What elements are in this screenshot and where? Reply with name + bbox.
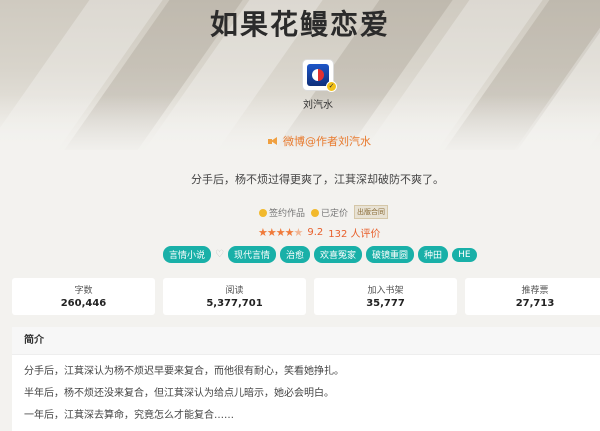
star-icon: ★★★★★ bbox=[258, 226, 303, 239]
author-name[interactable]: 刘汽水 bbox=[0, 96, 600, 111]
stat-label: 推荐票 bbox=[521, 286, 549, 296]
stat-label: 阅读 bbox=[225, 286, 244, 296]
priced-label: 已定价 bbox=[321, 208, 349, 219]
signed-label: 签约作品 bbox=[269, 208, 306, 219]
stat-value: 260,446 bbox=[60, 298, 107, 309]
intro-heading: 简介 bbox=[12, 327, 600, 355]
weibo-label: 微博@作者刘汽水 bbox=[283, 135, 371, 148]
tag-chip[interactable]: 欢喜冤家 bbox=[314, 246, 363, 263]
stat-value: 5,377,701 bbox=[206, 298, 263, 309]
stat-reads: 阅读 5,377,701 bbox=[163, 278, 306, 315]
intro-section: 简介 分手后，江萁深认为杨不烦迟早要来复合，而他很有耐心，笑看她挣扎。 半年后，… bbox=[12, 327, 600, 431]
priced-badge: 已定价 bbox=[311, 206, 348, 219]
rating-score: 9.2 bbox=[307, 227, 324, 238]
tag-chip[interactable]: HE bbox=[452, 247, 477, 262]
stats-row: 字数 260,446 阅读 5,377,701 加入书架 35,777 推荐票 … bbox=[12, 278, 600, 315]
stat-label: 字数 bbox=[74, 286, 93, 296]
stat-label: 加入书架 bbox=[367, 286, 404, 296]
priced-icon bbox=[311, 208, 320, 217]
publish-contract-tag: 出版合同 bbox=[354, 205, 389, 219]
stat-bookshelf[interactable]: 加入书架 35,777 bbox=[314, 278, 457, 315]
weibo-link[interactable]: 微博@作者刘汽水 bbox=[268, 133, 371, 149]
intro-body: 分手后，江萁深认为杨不烦迟早要来复合，而他很有耐心，笑看她挣扎。 半年后，杨不烦… bbox=[12, 355, 600, 422]
book-tagline: 分手后，杨不烦过得更爽了，江萁深却破防不爽了。 bbox=[191, 173, 444, 186]
signed-icon bbox=[259, 208, 267, 217]
verified-icon: ✓ bbox=[326, 81, 337, 92]
stat-recommend-votes[interactable]: 推荐票 27,713 bbox=[465, 278, 600, 315]
book-title: 如果花鳗恋爱 bbox=[209, 8, 390, 41]
tag-chip[interactable]: 现代言情 bbox=[227, 246, 276, 263]
book-badges: 签约作品 已定价 出版合同 bbox=[259, 205, 389, 219]
intro-line: 半年后，杨不烦还没来复合，但江萁深认为给点儿暗示，她必会明白。 bbox=[24, 388, 334, 399]
half-star-icon: ★ bbox=[293, 226, 303, 239]
stat-value: 27,713 bbox=[515, 298, 555, 309]
intro-line: 分手后，江萁深认为杨不烦迟早要来复合，而他很有耐心，笑看她挣扎。 bbox=[24, 366, 344, 377]
intro-line: 一年后，江萁深去算命，究竟怎么才能复合…… bbox=[24, 410, 234, 421]
heart-icon: ♡ bbox=[215, 249, 224, 260]
review-count[interactable]: 132 人评价 bbox=[328, 225, 380, 240]
speaker-icon bbox=[268, 136, 279, 146]
tag-chip[interactable]: 治愈 bbox=[280, 246, 311, 263]
stat-value: 35,777 bbox=[366, 298, 405, 309]
pepsi-avatar-icon bbox=[307, 64, 329, 86]
tag-chip[interactable]: 破镜重圆 bbox=[366, 246, 415, 263]
stat-word-count: 字数 260,446 bbox=[12, 278, 155, 315]
signed-badge: 签约作品 bbox=[259, 206, 305, 219]
tag-chip[interactable]: 言情小说 bbox=[163, 246, 212, 263]
tag-chip[interactable]: 种田 bbox=[418, 246, 449, 263]
rating-row[interactable]: ★★★★★ 9.2 132 人评价 bbox=[258, 225, 381, 240]
tag-list: 言情小说 ♡ 现代言情 治愈 欢喜冤家 破镜重圆 种田 HE bbox=[163, 246, 477, 263]
full-stars: ★★★★ bbox=[258, 226, 294, 239]
